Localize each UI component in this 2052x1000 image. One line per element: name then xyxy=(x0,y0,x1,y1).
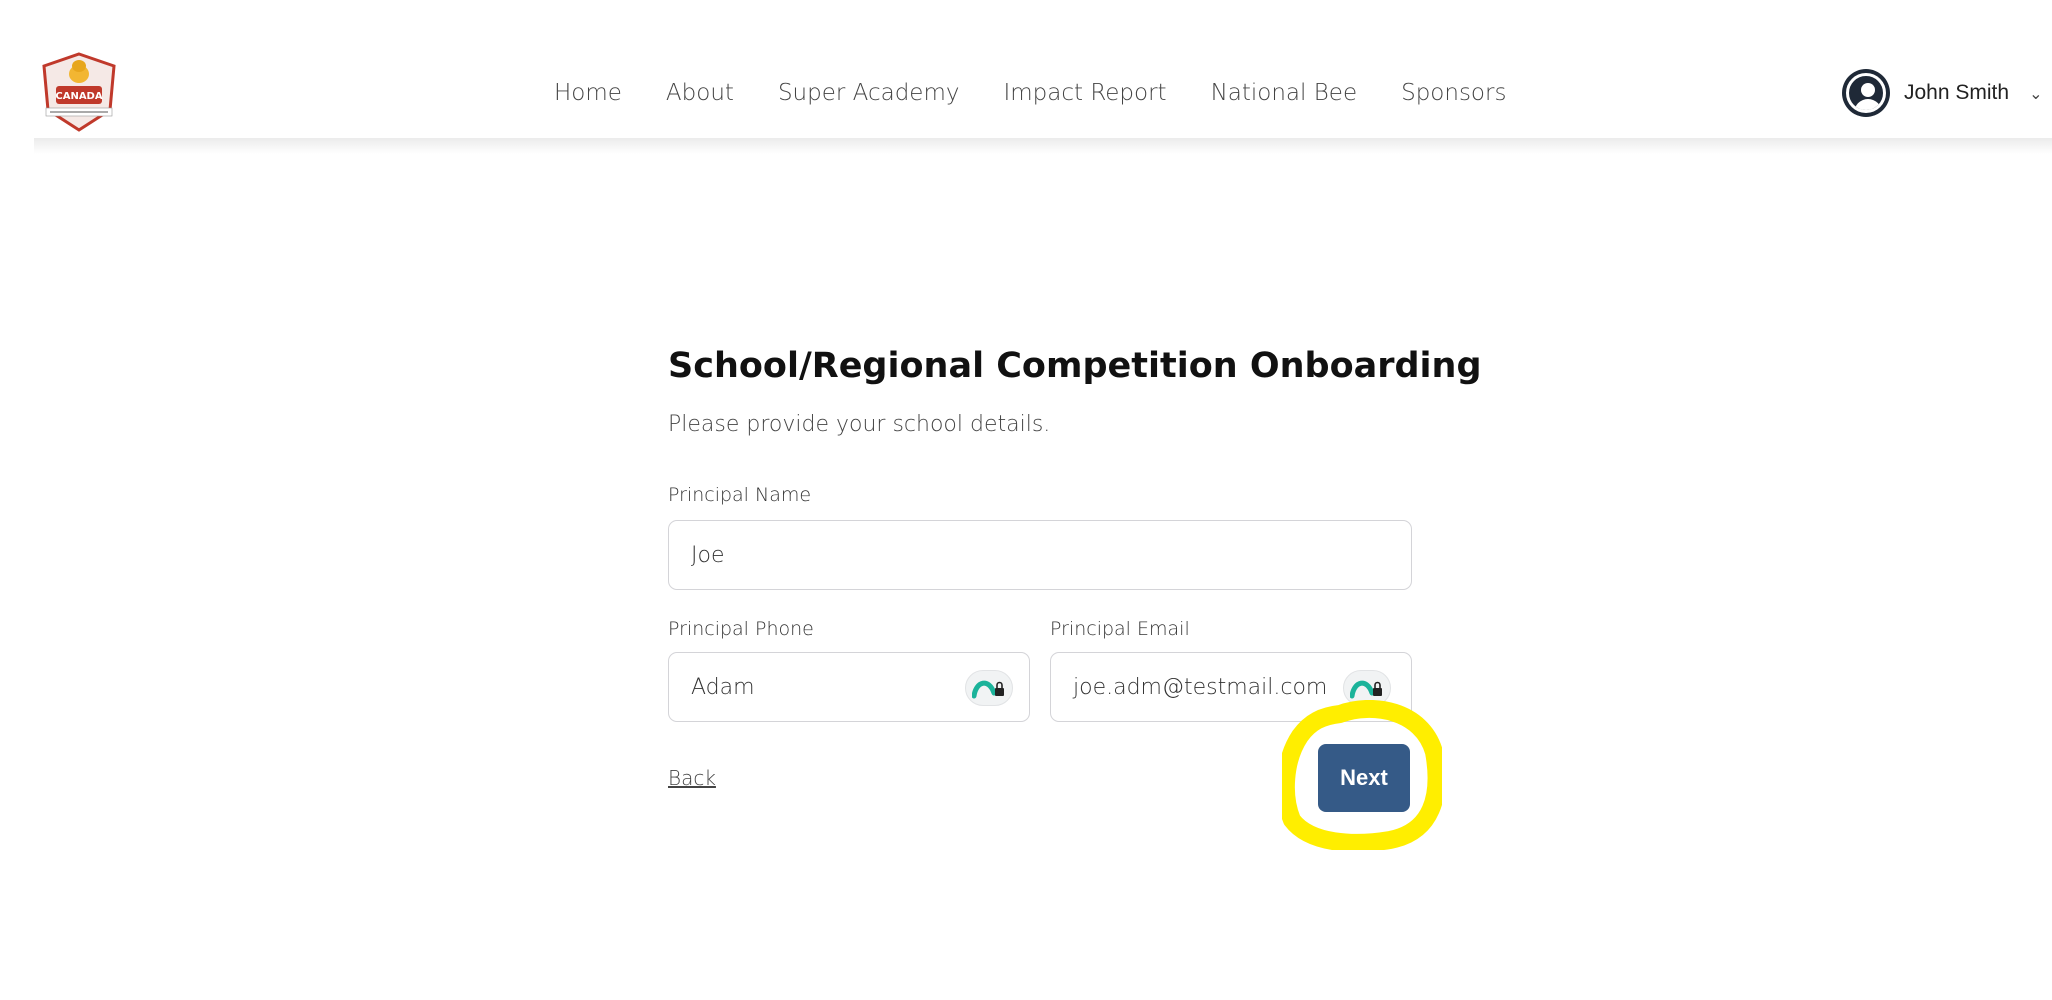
user-avatar-icon xyxy=(1842,69,1890,117)
principal-name-label: Principal Name xyxy=(668,484,812,506)
nav-home[interactable]: Home xyxy=(554,80,622,106)
principal-name-value: Joe xyxy=(691,542,725,568)
page-subtitle: Please provide your school details. xyxy=(668,412,1051,437)
page-title: School/Regional Competition Onboarding xyxy=(668,346,1482,386)
main-nav: Home About Super Academy Impact Report N… xyxy=(554,76,1550,110)
canada-spelling-bee-logo[interactable]: CANADA xyxy=(40,52,118,134)
principal-email-label: Principal Email xyxy=(1050,618,1190,640)
chevron-down-icon: ⌄ xyxy=(2029,83,2043,103)
top-navbar: CANADA Home About Super Academy Impact R… xyxy=(0,0,2052,140)
page: CANADA Home About Super Academy Impact R… xyxy=(0,0,2052,1000)
navbar-shadow xyxy=(34,138,2052,154)
back-link[interactable]: Back xyxy=(668,766,716,790)
principal-phone-value: Adam xyxy=(691,674,755,700)
user-menu[interactable]: John Smith ⌄ xyxy=(1842,64,2042,122)
password-manager-icon[interactable] xyxy=(965,670,1013,706)
nav-about[interactable]: About xyxy=(666,80,734,106)
svg-text:CANADA: CANADA xyxy=(55,91,102,102)
next-button[interactable]: Next xyxy=(1318,744,1410,812)
principal-phone-input[interactable]: Adam xyxy=(668,652,1030,722)
principal-name-input[interactable]: Joe xyxy=(668,520,1412,590)
principal-phone-label: Principal Phone xyxy=(668,618,814,640)
principal-email-value: joe.adm@testmail.com xyxy=(1073,674,1328,700)
nav-impact-report[interactable]: Impact Report xyxy=(1003,80,1166,106)
nav-national-bee[interactable]: National Bee xyxy=(1211,80,1358,106)
nav-sponsors[interactable]: Sponsors xyxy=(1401,80,1506,106)
nav-super-academy[interactable]: Super Academy xyxy=(778,80,960,106)
user-name: John Smith xyxy=(1904,81,2010,104)
